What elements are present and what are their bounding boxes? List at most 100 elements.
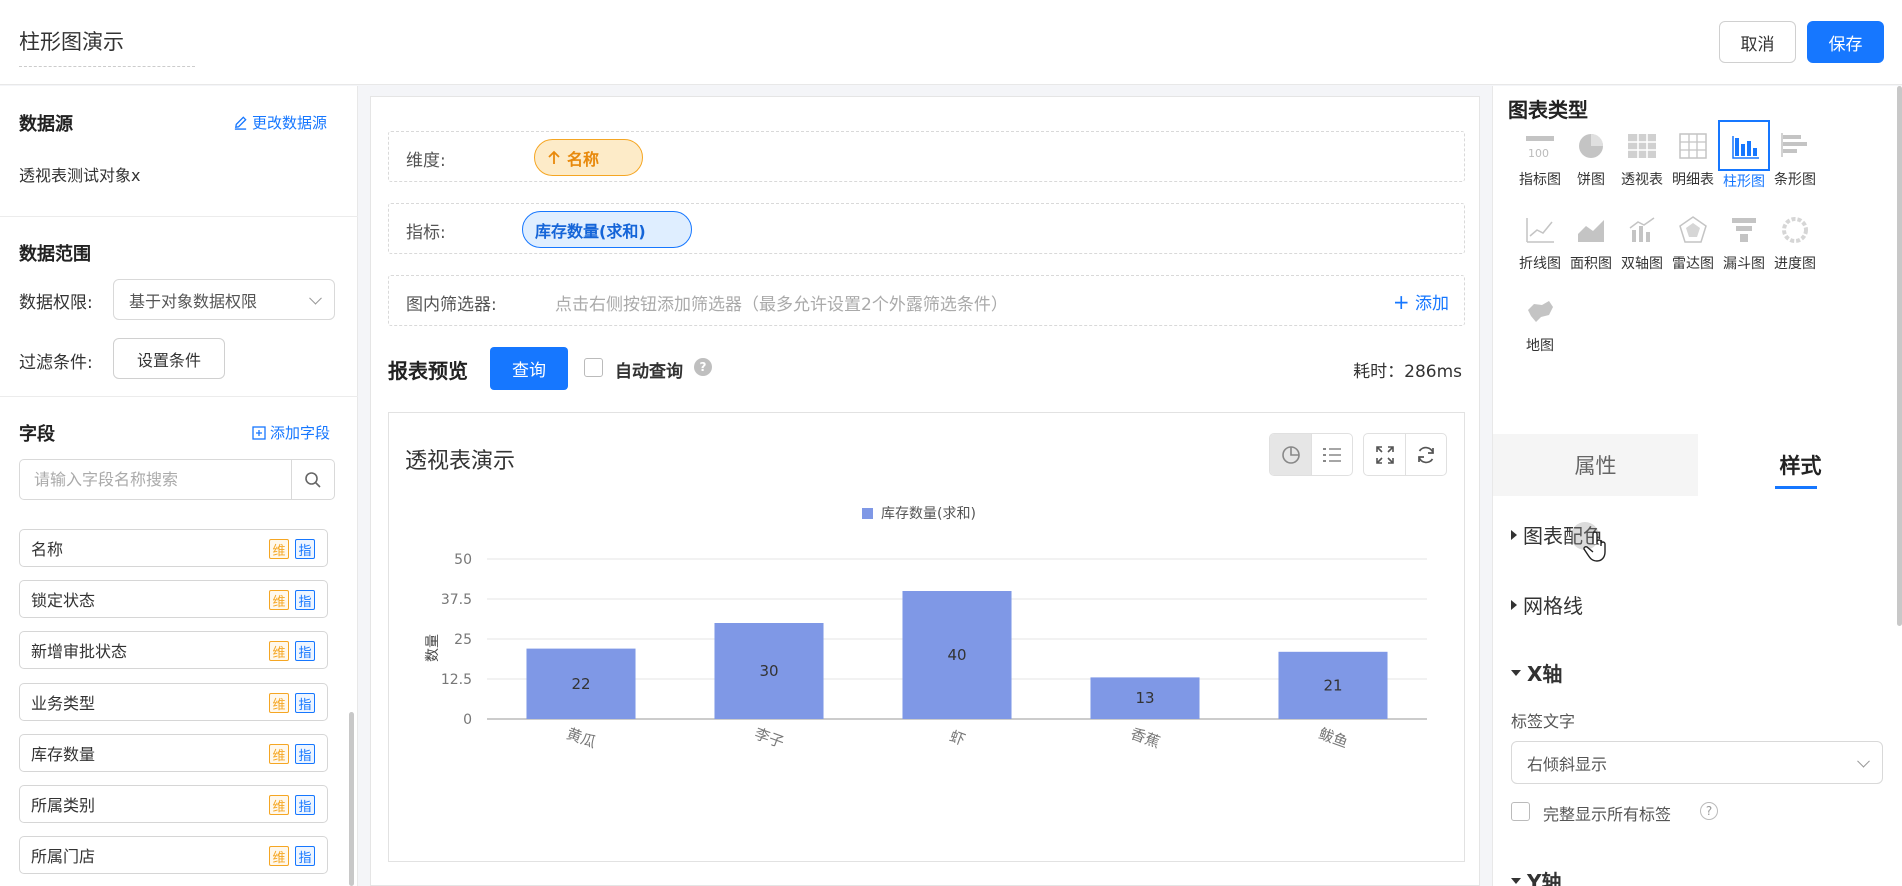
y-tick-label: 12.5 xyxy=(441,672,472,688)
dimension-tag[interactable]: 维 xyxy=(269,641,289,661)
dimension-tag[interactable]: 维 xyxy=(269,795,289,815)
chart-type-detail-table[interactable]: 明细表 xyxy=(1666,119,1720,191)
query-button[interactable]: 查询 xyxy=(490,347,568,390)
chevron-down-icon xyxy=(1857,754,1870,768)
chart-type-icon-box xyxy=(1521,211,1559,249)
dimension-slot[interactable]: 维度: 名称 xyxy=(388,131,1465,182)
top-header: 柱形图演示 取消 保存 xyxy=(0,0,1902,85)
legend[interactable]: 库存数量(求和) xyxy=(862,506,976,522)
dimension-tag[interactable]: 维 xyxy=(269,539,289,559)
chart-type-dual-axis-chart[interactable]: 双轴图 xyxy=(1615,203,1669,275)
y-axis-section[interactable]: Y轴 xyxy=(1511,866,1561,886)
chart-type-map-chart[interactable]: 地图 xyxy=(1513,285,1567,357)
change-datasource-link[interactable]: 更改数据源 xyxy=(233,112,327,133)
hand-cursor-icon xyxy=(1571,522,1606,562)
cancel-button[interactable]: 取消 xyxy=(1719,21,1796,63)
add-filter-button[interactable]: + 添加 xyxy=(1393,289,1449,314)
metric-tag[interactable]: 指 xyxy=(295,795,315,815)
pivot-table-icon xyxy=(1628,134,1656,158)
radar-chart-icon xyxy=(1679,216,1707,243)
chart-type-column-chart[interactable]: 柱形图 xyxy=(1717,119,1771,191)
tab-properties[interactable]: 属性 xyxy=(1493,434,1698,496)
metric-tag[interactable]: 指 xyxy=(295,641,315,661)
search-button[interactable] xyxy=(291,460,334,499)
dimension-tag[interactable]: 维 xyxy=(269,744,289,764)
svg-text:100: 100 xyxy=(1528,147,1549,160)
chart-type-indicator-chart[interactable]: 100 指标图 xyxy=(1513,119,1567,191)
chart-type-label: 透视表 xyxy=(1621,172,1663,188)
x-axis-section[interactable]: X轴 xyxy=(1511,658,1562,687)
chart-card: 透视表演示 库存数量(求和) 数量 0 12.5 25 37.5 50 22 黄… xyxy=(388,412,1465,862)
elapsed-time: 耗时：286ms xyxy=(1353,362,1462,382)
metric-tag[interactable]: 指 xyxy=(295,693,315,713)
chart-type-area-chart[interactable]: 面积图 xyxy=(1564,203,1618,275)
chart-type-label: 面积图 xyxy=(1570,256,1612,272)
metric-tag[interactable]: 指 xyxy=(295,744,315,764)
x-tick-label: 李子 xyxy=(752,724,786,751)
dimension-label: 维度: xyxy=(406,151,446,171)
x-tick-label: 虾 xyxy=(947,727,967,749)
show-all-labels-checkbox[interactable] xyxy=(1511,802,1530,821)
dimension-tag[interactable]: 维 xyxy=(269,693,289,713)
metric-tag[interactable]: 指 xyxy=(295,590,315,610)
dimension-tag[interactable]: 维 xyxy=(269,590,289,610)
chart-type-line-chart[interactable]: 折线图 xyxy=(1513,203,1567,275)
dimension-pill[interactable]: 名称 xyxy=(534,139,643,176)
field-item[interactable]: 所属类别 维 指 xyxy=(19,785,328,823)
caret-down-icon xyxy=(1511,877,1521,884)
metric-slot[interactable]: 指标: 库存数量(求和) xyxy=(388,203,1465,254)
chart-type-label: 指标图 xyxy=(1519,172,1561,188)
field-item[interactable]: 新增审批状态 维 指 xyxy=(19,631,328,669)
chart-type-progress-chart[interactable]: 进度图 xyxy=(1768,203,1822,275)
caret-right-icon xyxy=(1511,529,1517,540)
add-square-icon xyxy=(252,425,266,440)
left-scrollbar[interactable] xyxy=(349,712,354,886)
help-icon[interactable]: ? xyxy=(694,358,712,376)
metric-label: 指标: xyxy=(406,223,446,243)
gridlines-section[interactable]: 网格线 xyxy=(1511,590,1583,619)
chart-type-bar-chart[interactable]: 条形图 xyxy=(1768,119,1822,191)
bar-value-label: 21 xyxy=(1323,676,1342,694)
chart-type-icon-box: 100 xyxy=(1521,127,1559,165)
filter-label: 过滤条件: xyxy=(19,353,93,373)
datasource-name: 透视表测试对象x xyxy=(19,166,141,185)
right-scrollbar[interactable] xyxy=(1897,86,1902,626)
field-label: 所属门店 xyxy=(31,847,96,866)
chart-type-funnel-chart[interactable]: 漏斗图 xyxy=(1717,203,1771,275)
chart-type-icon-box xyxy=(1521,293,1559,331)
set-condition-button[interactable]: 设置条件 xyxy=(113,338,225,379)
area-chart-icon xyxy=(1578,220,1604,242)
field-search-input[interactable] xyxy=(20,460,292,499)
field-item[interactable]: 业务类型 维 指 xyxy=(19,683,328,721)
field-item[interactable]: 名称 维 指 xyxy=(19,529,328,567)
field-item[interactable]: 所属门店 维 指 xyxy=(19,836,328,874)
help-icon[interactable]: ? xyxy=(1700,802,1718,820)
sort-ascending-icon xyxy=(548,150,560,164)
add-field-link[interactable]: 添加字段 xyxy=(252,422,330,443)
map-chart-icon xyxy=(1528,301,1553,322)
save-button[interactable]: 保存 xyxy=(1807,21,1884,63)
chart-type-label: 进度图 xyxy=(1774,256,1816,272)
auto-query-label[interactable]: 自动查询 xyxy=(615,357,683,382)
dimension-tag[interactable]: 维 xyxy=(269,846,289,866)
edit-icon xyxy=(234,116,247,130)
chart-type-pie-chart[interactable]: 饼图 xyxy=(1564,119,1618,191)
field-item[interactable]: 库存数量 维 指 xyxy=(19,734,328,772)
auto-query-checkbox[interactable] xyxy=(584,358,603,377)
page-title[interactable]: 柱形图演示 xyxy=(19,26,195,67)
field-search xyxy=(19,459,335,500)
show-all-labels-label[interactable]: 完整显示所有标签 xyxy=(1543,801,1671,825)
y-tick-label: 37.5 xyxy=(441,592,472,608)
chart-type-radar-chart[interactable]: 雷达图 xyxy=(1666,203,1720,275)
metric-pill[interactable]: 库存数量(求和) xyxy=(522,211,692,248)
metric-tag[interactable]: 指 xyxy=(295,539,315,559)
chart-type-icon-box xyxy=(1776,127,1814,165)
permission-select[interactable]: 基于对象数据权限 xyxy=(113,279,335,320)
caret-down-icon xyxy=(1511,669,1521,676)
y-axis-title: Y轴 xyxy=(1527,870,1562,886)
metric-tag[interactable]: 指 xyxy=(295,846,315,866)
chart-type-icon-box xyxy=(1623,127,1661,165)
chart-type-pivot-table[interactable]: 透视表 xyxy=(1615,119,1669,191)
field-item[interactable]: 锁定状态 维 指 xyxy=(19,580,328,618)
label-rotation-select[interactable]: 右倾斜显示 xyxy=(1511,741,1883,784)
